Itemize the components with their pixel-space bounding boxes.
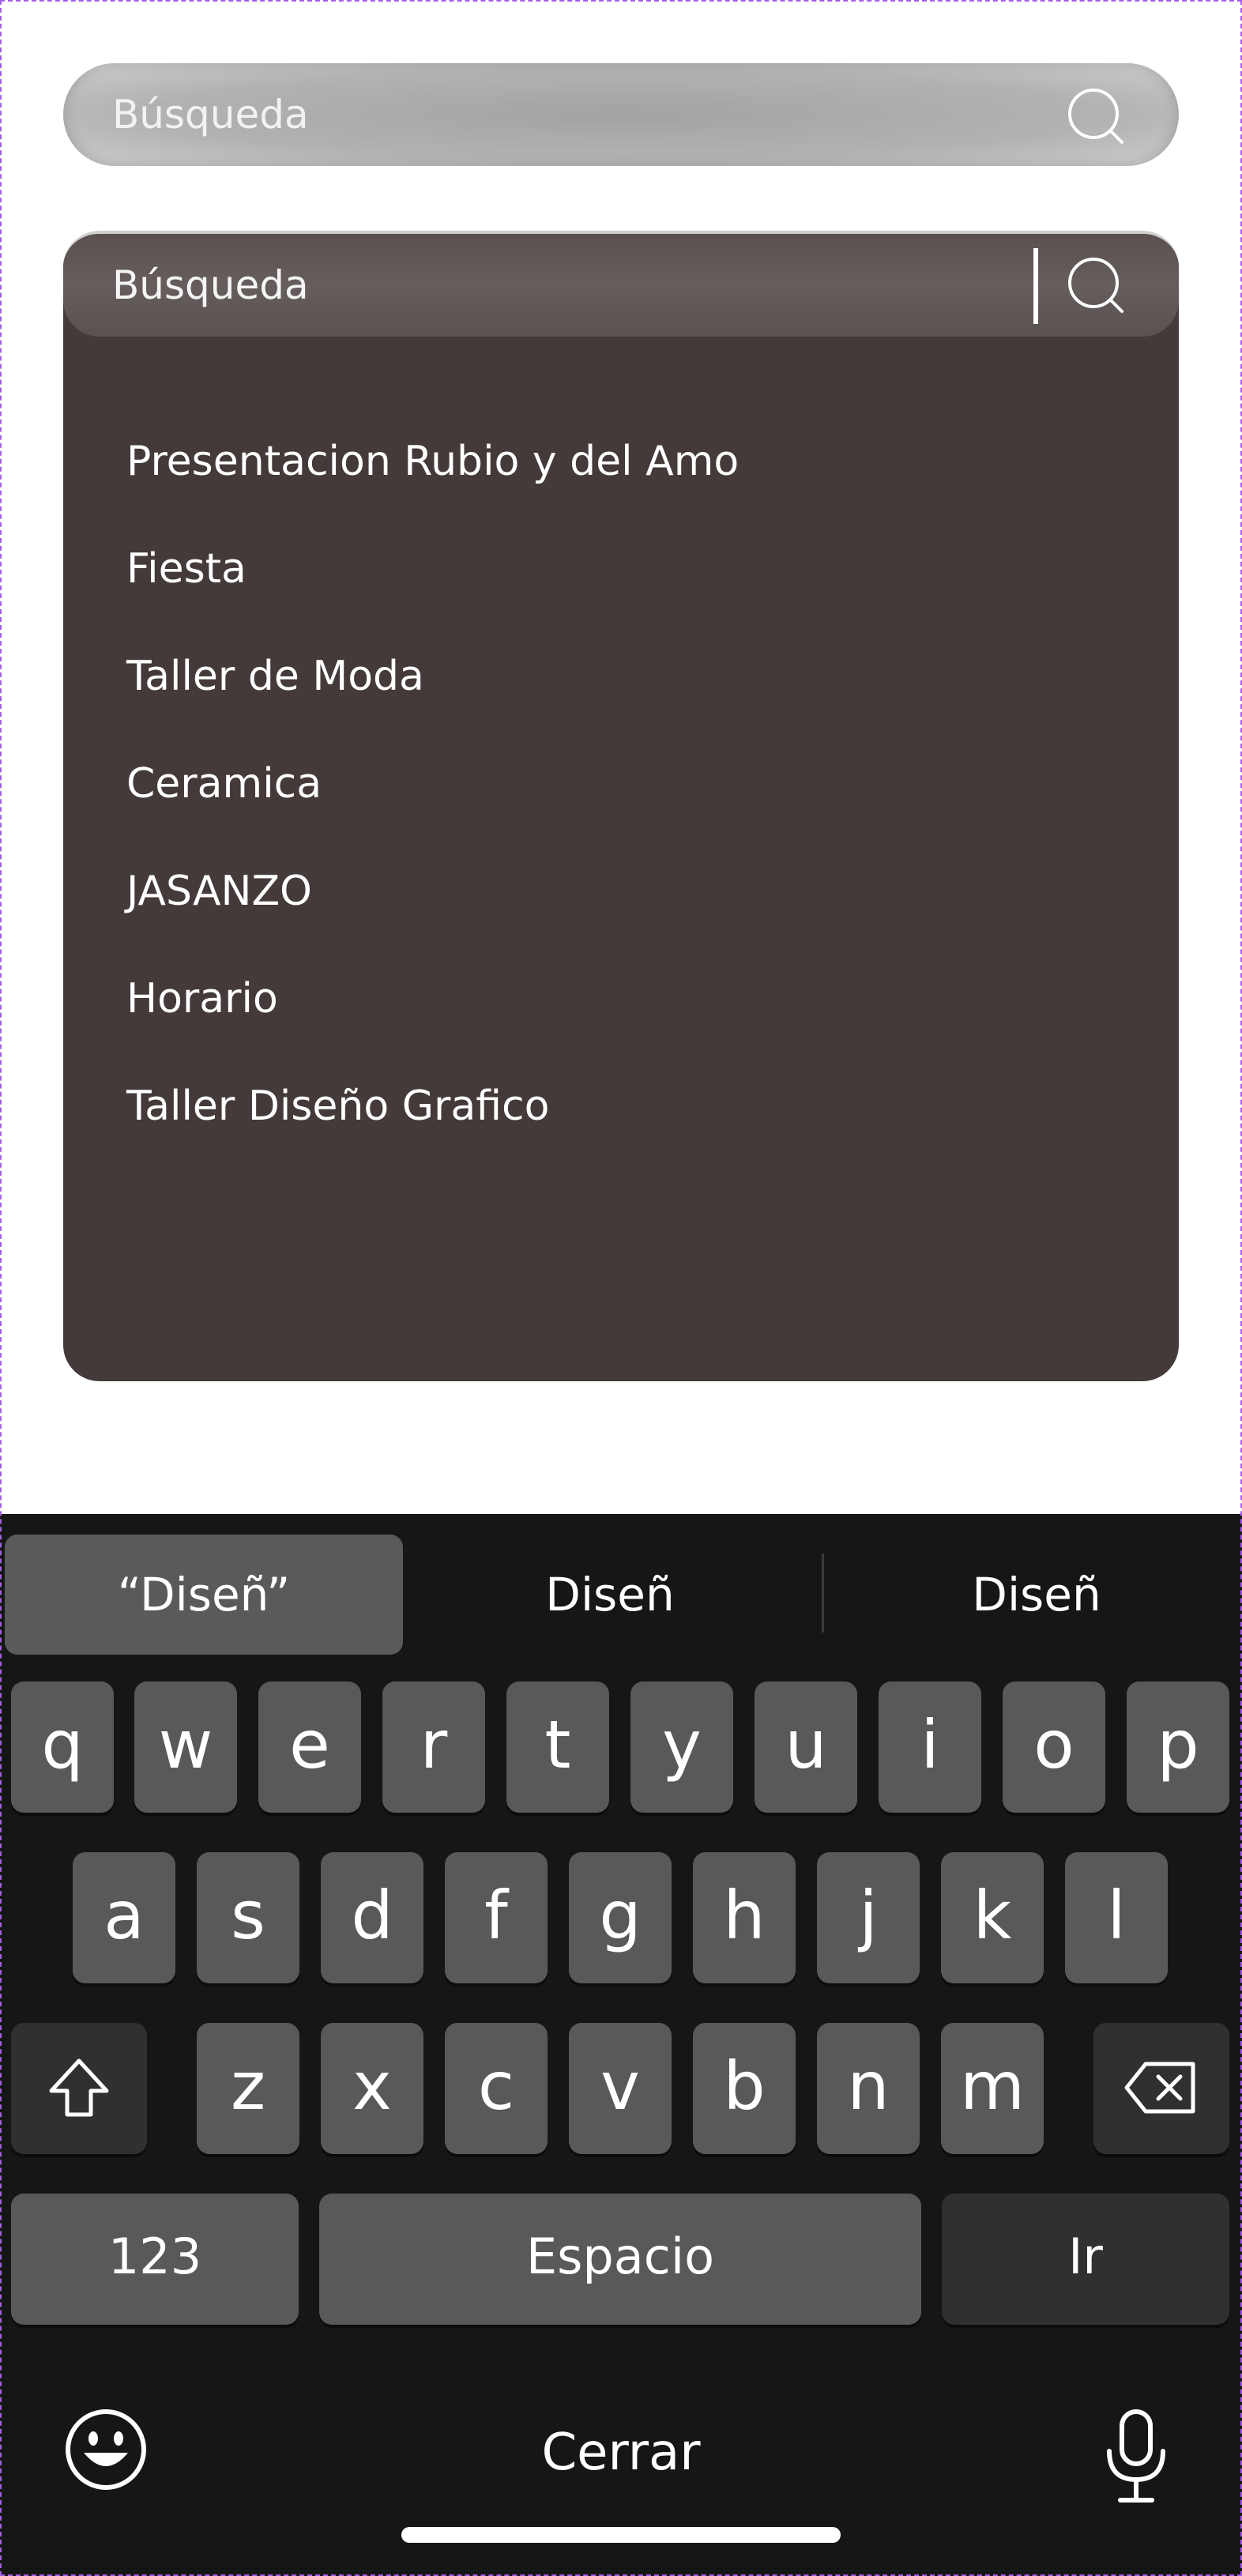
key-z[interactable]: z: [197, 2023, 299, 2154]
shift-icon: [49, 2058, 109, 2117]
suggestion-1[interactable]: “Diseñ”: [5, 1535, 403, 1655]
search-dropdown-panel: Búsqueda Presentacion Rubio y del Amo Fi…: [63, 231, 1179, 1381]
space-key[interactable]: Espacio: [319, 2194, 921, 2325]
key-i[interactable]: i: [879, 1682, 981, 1813]
result-item[interactable]: Taller Diseño Grafico: [126, 1053, 739, 1160]
result-item[interactable]: JASANZO: [126, 838, 739, 945]
search-placeholder: Búsqueda: [112, 92, 309, 137]
backspace-icon: [1124, 2062, 1195, 2114]
shift-key[interactable]: [11, 2023, 147, 2154]
key-d[interactable]: d: [321, 1852, 423, 1983]
key-k[interactable]: k: [941, 1852, 1044, 1983]
result-item[interactable]: Presentacion Rubio y del Amo: [126, 408, 739, 515]
result-item[interactable]: Horario: [126, 945, 739, 1053]
key-x[interactable]: x: [321, 2023, 423, 2154]
result-item[interactable]: Taller de Moda: [126, 623, 739, 730]
microphone-icon[interactable]: [1100, 2407, 1172, 2508]
key-g[interactable]: g: [569, 1852, 672, 1983]
key-c[interactable]: c: [445, 2023, 548, 2154]
key-r[interactable]: r: [382, 1682, 485, 1813]
key-u[interactable]: u: [755, 1682, 857, 1813]
key-e[interactable]: e: [258, 1682, 361, 1813]
numbers-key[interactable]: 123: [11, 2194, 299, 2325]
backspace-key[interactable]: [1093, 2023, 1229, 2154]
key-y[interactable]: y: [630, 1682, 733, 1813]
search-icon[interactable]: [1065, 85, 1128, 149]
key-q[interactable]: q: [11, 1682, 114, 1813]
key-h[interactable]: h: [693, 1852, 796, 1983]
suggestion-2[interactable]: Diseñ: [411, 1535, 809, 1655]
key-t[interactable]: t: [506, 1682, 609, 1813]
home-indicator: [401, 2527, 841, 2543]
keyboard: “Diseñ” Diseñ Diseñ q w e r t y u i o p …: [0, 1514, 1242, 2576]
key-v[interactable]: v: [569, 2023, 672, 2154]
key-o[interactable]: o: [1003, 1682, 1105, 1813]
suggestion-divider: [822, 1554, 824, 1633]
suggestion-3[interactable]: Diseñ: [834, 1535, 1239, 1655]
key-s[interactable]: s: [197, 1852, 299, 1983]
results-list: Presentacion Rubio y del Amo Fiesta Tall…: [126, 408, 739, 1160]
key-n[interactable]: n: [817, 2023, 920, 2154]
key-l[interactable]: l: [1065, 1852, 1168, 1983]
result-item[interactable]: Fiesta: [126, 515, 739, 623]
search-icon[interactable]: [1065, 254, 1128, 318]
search-bar[interactable]: Búsqueda: [63, 63, 1179, 166]
key-a[interactable]: a: [73, 1852, 175, 1983]
close-keyboard-button[interactable]: Cerrar: [506, 2413, 736, 2492]
text-cursor: [1033, 248, 1038, 324]
search-input[interactable]: Búsqueda: [112, 234, 309, 337]
key-w[interactable]: w: [134, 1682, 237, 1813]
go-key[interactable]: Ir: [942, 2194, 1229, 2325]
active-search-bar[interactable]: Búsqueda: [63, 234, 1179, 337]
key-m[interactable]: m: [941, 2023, 1044, 2154]
key-j[interactable]: j: [817, 1852, 920, 1983]
key-p[interactable]: p: [1127, 1682, 1229, 1813]
result-item[interactable]: Ceramica: [126, 730, 739, 838]
key-f[interactable]: f: [445, 1852, 548, 1983]
emoji-icon[interactable]: [63, 2407, 149, 2492]
key-b[interactable]: b: [693, 2023, 796, 2154]
